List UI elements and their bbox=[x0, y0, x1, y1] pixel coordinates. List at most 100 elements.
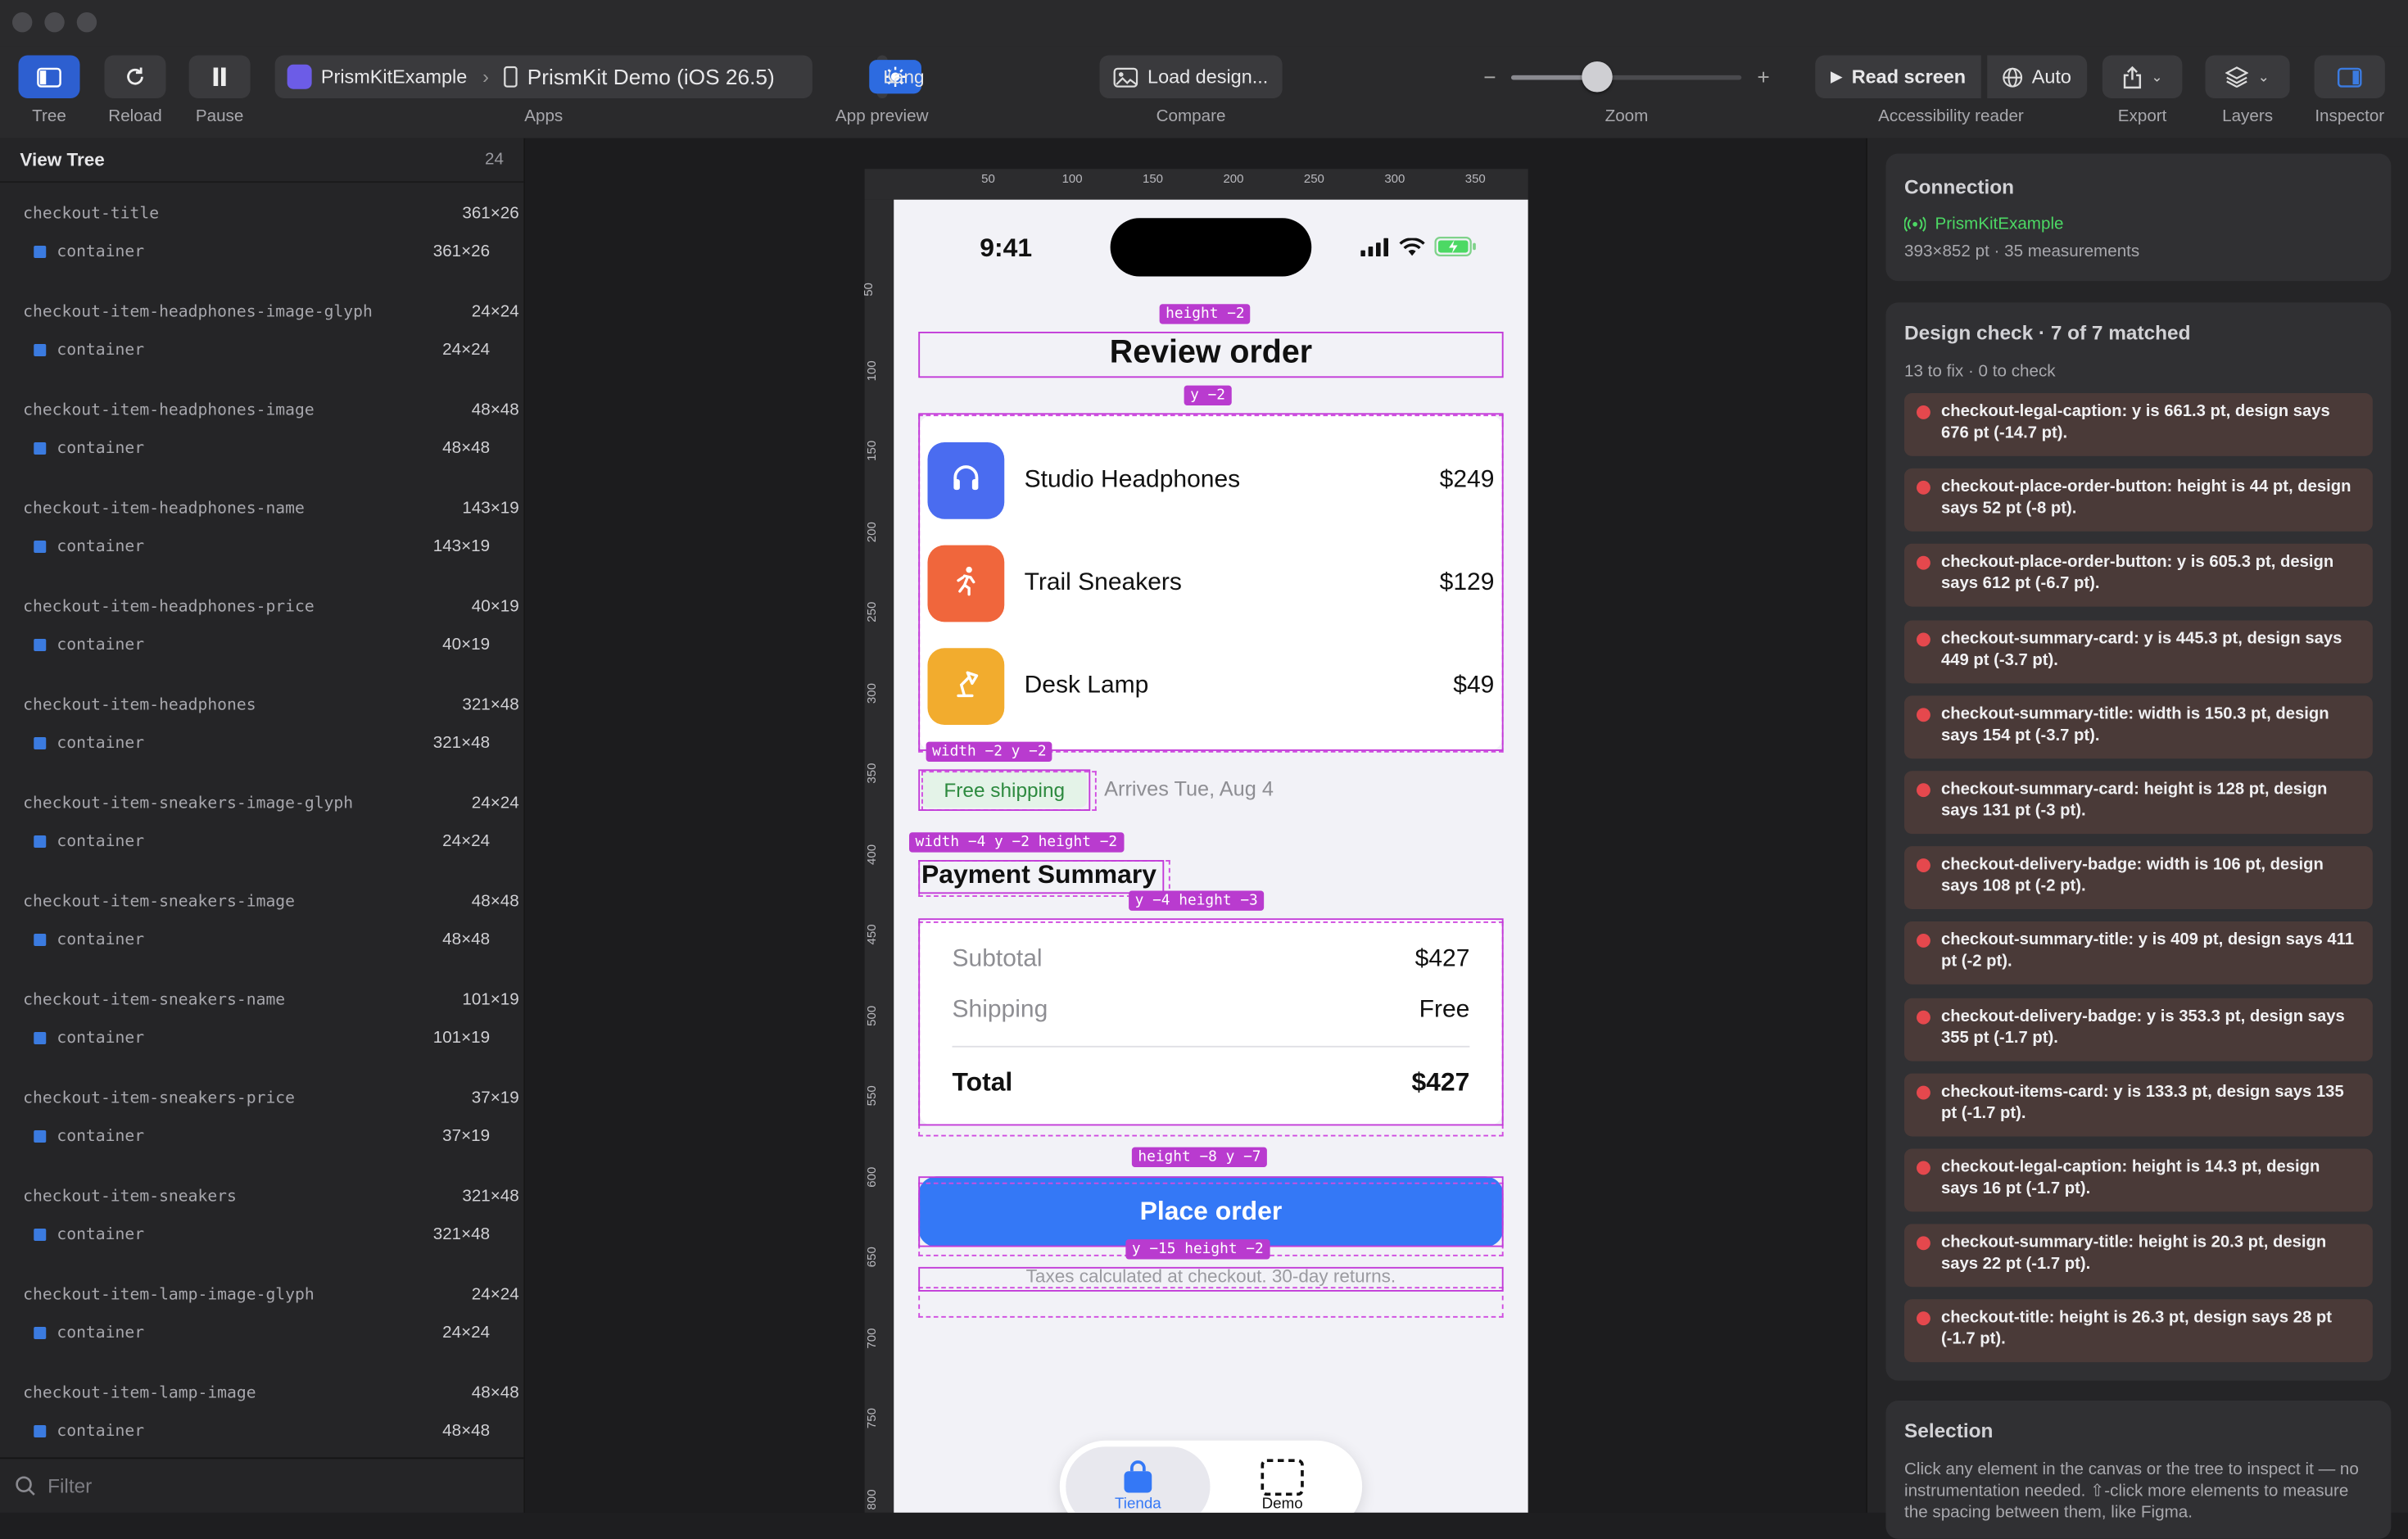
zoom-slider[interactable] bbox=[1511, 56, 1742, 99]
tree-node[interactable]: checkout-item-sneakers-image 48×48 contain… bbox=[0, 881, 523, 980]
phone-preview[interactable]: 9:41 Review order Studio Headphones $249 T… bbox=[894, 199, 1528, 1513]
app-device-picker[interactable]: PrismKitExample › PrismKit Demo (iOS 26.… bbox=[274, 55, 812, 98]
reload-button[interactable] bbox=[104, 55, 166, 98]
error-icon bbox=[1917, 556, 1930, 571]
container-icon bbox=[34, 441, 47, 455]
design-issue[interactable]: checkout-legal-caption: y is 661.3 pt, d… bbox=[1904, 393, 2373, 456]
tree-node[interactable]: checkout-item-headphones-price 40×19 conta… bbox=[0, 586, 523, 685]
design-issue[interactable]: checkout-items-card: y is 133.3 pt, desi… bbox=[1904, 1073, 2373, 1137]
tree-node-row[interactable]: checkout-item-headphones 321×48 bbox=[0, 685, 523, 723]
tree-node[interactable]: checkout-item-lamp-image-glyph 24×24 conta… bbox=[0, 1274, 523, 1373]
badge-diff-tag: width −2 y −2 bbox=[926, 741, 1053, 762]
button-diff-tag: height −8 y −7 bbox=[1131, 1147, 1268, 1167]
tree-child-row[interactable]: container 101×19 bbox=[0, 1018, 523, 1057]
tree-node[interactable]: checkout-item-headphones-image-glyph 24×2… bbox=[0, 292, 523, 390]
tree-child-row[interactable]: container 143×19 bbox=[0, 527, 523, 565]
design-issue[interactable]: checkout-summary-title: y is 409 pt, des… bbox=[1904, 921, 2373, 985]
pause-button[interactable] bbox=[188, 55, 251, 98]
container-icon bbox=[34, 736, 47, 749]
tree-node[interactable]: checkout-item-lamp-image 48×48 container 48… bbox=[0, 1373, 523, 1457]
tree-child-row[interactable]: container 24×24 bbox=[0, 822, 523, 860]
zoom-slider-knob[interactable] bbox=[1581, 61, 1613, 93]
ruler-tick-label: 700 bbox=[864, 1327, 879, 1348]
read-screen-button[interactable]: ▶ Read screen bbox=[1815, 55, 1981, 98]
connected-app-name: PrismKitExample bbox=[1935, 215, 2064, 234]
design-issue[interactable]: checkout-summary-title: width is 150.3 p… bbox=[1904, 695, 2373, 758]
tree-child-name: container bbox=[57, 340, 145, 359]
error-icon bbox=[1917, 481, 1930, 496]
selection-panel: Selection Click any element in the canva… bbox=[1885, 1401, 2392, 1539]
tree-node-row[interactable]: checkout-item-sneakers 321×48 bbox=[0, 1176, 523, 1215]
tree-child-row[interactable]: container 48×48 bbox=[0, 920, 523, 958]
tree-node[interactable]: checkout-item-headphones-name 143×19 conta… bbox=[0, 488, 523, 586]
ruler-tick-label: 350 bbox=[864, 763, 879, 784]
zoom-in-button[interactable]: + bbox=[1757, 65, 1769, 89]
tree-child-row[interactable]: container 321×48 bbox=[0, 723, 523, 762]
tree-node-name: checkout-item-headphones-image-glyph bbox=[23, 301, 373, 320]
container-icon bbox=[34, 1228, 47, 1241]
tree-child-row[interactable]: container 37×19 bbox=[0, 1116, 523, 1155]
design-issue-text: checkout-legal-caption: height is 14.3 p… bbox=[1941, 1157, 2320, 1198]
design-issue[interactable]: checkout-summary-card: height is 128 pt,… bbox=[1904, 771, 2373, 835]
tree-child-row[interactable]: container 361×26 bbox=[0, 232, 523, 270]
tree-node[interactable]: checkout-title 361×26 container 361×26 bbox=[0, 193, 523, 292]
close-window-button[interactable] bbox=[12, 12, 33, 33]
zoom-out-button[interactable]: − bbox=[1483, 65, 1496, 89]
inspector-toggle-button[interactable] bbox=[2314, 55, 2385, 98]
auto-language-button[interactable]: Auto bbox=[1987, 55, 2087, 98]
tree-toggle-button[interactable] bbox=[18, 55, 80, 98]
tree-node-row[interactable]: checkout-item-lamp-image 48×48 bbox=[0, 1373, 523, 1411]
tab-tienda[interactable]: Tienda bbox=[1066, 1446, 1211, 1513]
design-issue[interactable]: checkout-summary-title: height is 20.3 p… bbox=[1904, 1224, 2373, 1288]
design-issue-text: checkout-title: height is 26.3 pt, desig… bbox=[1941, 1309, 2333, 1349]
minimize-window-button[interactable] bbox=[44, 12, 65, 33]
tree-node[interactable]: checkout-item-sneakers-price 37×19 contain… bbox=[0, 1078, 523, 1176]
design-issue[interactable]: checkout-title: height is 26.3 pt, desig… bbox=[1904, 1299, 2373, 1363]
export-button[interactable]: ⌄ bbox=[2102, 55, 2183, 98]
tree-node-row[interactable]: checkout-item-sneakers-name 101×19 bbox=[0, 980, 523, 1018]
tree-node-row[interactable]: checkout-item-headphones-image 48×48 bbox=[0, 390, 523, 428]
tree-child-row[interactable]: container 48×48 bbox=[0, 428, 523, 467]
tree-node-row[interactable]: checkout-item-sneakers-image 48×48 bbox=[0, 881, 523, 920]
layers-button[interactable]: ⌄ bbox=[2205, 55, 2290, 98]
tree-node[interactable]: checkout-item-headphones-image 48×48 conta… bbox=[0, 390, 523, 488]
tree-node[interactable]: checkout-item-sneakers 321×48 container 321… bbox=[0, 1176, 523, 1274]
tree-child-row[interactable]: container 321×48 bbox=[0, 1215, 523, 1253]
tree-child-row[interactable]: container 48×48 bbox=[0, 1411, 523, 1450]
tree-node-row[interactable]: checkout-item-sneakers-price 37×19 bbox=[0, 1078, 523, 1116]
design-canvas[interactable]: 50 100 150 200 250 300 350 50 100 150 200 250 300 35… bbox=[525, 138, 1867, 1513]
tree-child-size: 24×24 bbox=[442, 1323, 491, 1342]
language-button[interactable]: A Lang bbox=[869, 60, 930, 93]
tab-demo[interactable]: Demo bbox=[1211, 1446, 1355, 1513]
design-issue[interactable]: checkout-legal-caption: height is 14.3 p… bbox=[1904, 1148, 2373, 1212]
items-card-outline bbox=[918, 413, 1504, 751]
tree-node[interactable]: checkout-item-sneakers-image-glyph 24×24 c… bbox=[0, 783, 523, 881]
tree-node-row[interactable]: checkout-item-headphones-price 40×19 bbox=[0, 586, 523, 625]
design-issue[interactable]: checkout-place-order-button: y is 605.3 … bbox=[1904, 544, 2373, 608]
tab-demo-label: Demo bbox=[1261, 1496, 1303, 1513]
tree-child-row[interactable]: container 40×19 bbox=[0, 625, 523, 663]
tree-node[interactable]: checkout-item-sneakers-name 101×19 contain… bbox=[0, 980, 523, 1078]
zoom-window-button[interactable] bbox=[76, 12, 97, 33]
design-issue[interactable]: checkout-place-order-button: height is 4… bbox=[1904, 468, 2373, 532]
ruler-tick-label: 150 bbox=[1143, 172, 1164, 186]
tree-node-row[interactable]: checkout-item-sneakers-image-glyph 24×24 bbox=[0, 783, 523, 822]
load-design-button[interactable]: Load design... bbox=[1099, 55, 1283, 98]
tree-child-row[interactable]: container 24×24 bbox=[0, 1313, 523, 1351]
filter-field[interactable]: Filter bbox=[0, 1457, 524, 1513]
tree-child-name: container bbox=[57, 930, 145, 948]
design-issue[interactable]: checkout-delivery-badge: y is 353.3 pt, … bbox=[1904, 997, 2373, 1061]
tree-node-row[interactable]: checkout-item-lamp-image-glyph 24×24 bbox=[0, 1274, 523, 1313]
design-issue[interactable]: checkout-delivery-badge: width is 106 pt… bbox=[1904, 846, 2373, 910]
tree-child-name: container bbox=[57, 635, 145, 654]
tree-node-size: 321×48 bbox=[462, 695, 519, 713]
tree-node-row[interactable]: checkout-title 361×26 bbox=[0, 193, 523, 232]
tree-node[interactable]: checkout-item-headphones 321×48 container 3… bbox=[0, 685, 523, 783]
design-issue-text: checkout-place-order-button: y is 605.3 … bbox=[1941, 553, 2334, 594]
tree-node-row[interactable]: checkout-item-headphones-image-glyph 24×2… bbox=[0, 292, 523, 330]
tree-node-name: checkout-item-headphones-name bbox=[23, 498, 305, 517]
battery-charging-icon bbox=[1434, 236, 1476, 256]
tree-node-row[interactable]: checkout-item-headphones-name 143×19 bbox=[0, 488, 523, 527]
tree-child-row[interactable]: container 24×24 bbox=[0, 330, 523, 369]
design-issue[interactable]: checkout-summary-card: y is 445.3 pt, de… bbox=[1904, 619, 2373, 683]
